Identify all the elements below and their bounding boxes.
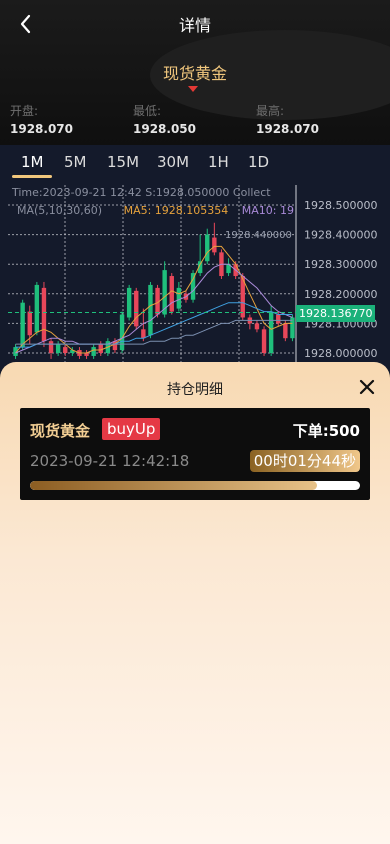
candle-body bbox=[126, 287, 132, 318]
tab-15m[interactable]: 15M bbox=[107, 153, 139, 171]
candle-body bbox=[169, 276, 174, 312]
close-icon[interactable] bbox=[358, 378, 376, 396]
candle-body bbox=[205, 234, 210, 262]
candle-body bbox=[134, 290, 139, 327]
candle-body bbox=[41, 287, 47, 342]
page-title: 详情 bbox=[178, 16, 211, 35]
header-area: 详情 现货黄金 开盘: 1928.070 最低: 1928.050 最高: 19… bbox=[0, 0, 390, 145]
candle-body bbox=[63, 347, 68, 353]
position-order: 下单:500 bbox=[293, 420, 360, 441]
stat-high: 最高: 1928.070 bbox=[256, 102, 319, 136]
candle-body bbox=[268, 311, 274, 353]
candle-body bbox=[34, 284, 40, 333]
candle-body bbox=[190, 273, 196, 300]
peak-price-label: 1928.440000 bbox=[225, 230, 292, 241]
y-tick-label: 1928.000000 bbox=[304, 347, 377, 360]
tab-1h[interactable]: 1H bbox=[208, 153, 229, 171]
stat-low-value: 1928.050 bbox=[133, 122, 197, 136]
stat-open-label: 开盘: bbox=[10, 104, 39, 118]
candle-body bbox=[119, 314, 125, 351]
ma-line-ma60 bbox=[15, 319, 293, 345]
stat-low: 最低: 1928.050 bbox=[133, 102, 196, 136]
candle-body bbox=[148, 284, 153, 336]
candle-body bbox=[254, 323, 260, 330]
ma-line-ma10 bbox=[15, 263, 293, 354]
stat-open-value: 1928.070 bbox=[10, 122, 74, 136]
position-progress-bar bbox=[30, 481, 360, 490]
ma-info: MA(5,10,30,60) MA5: 1928.105354 MA10: 19 bbox=[17, 204, 294, 217]
candle-body bbox=[27, 311, 32, 336]
y-tick-label: 1928.500000 bbox=[304, 199, 377, 212]
position-sheet: 持仓明细 现货黄金 buyUp 下单:500 2023-09-21 12:42:… bbox=[0, 362, 390, 844]
position-progress-fill bbox=[30, 481, 318, 490]
candle-body bbox=[176, 287, 182, 309]
tab-5m[interactable]: 5M bbox=[64, 153, 87, 171]
sheet-title: 持仓明细 bbox=[167, 382, 223, 398]
candle-body bbox=[48, 341, 54, 353]
candle-body bbox=[98, 344, 103, 353]
kline-chart-area[interactable]: 1928.500000 1928.400000 1928.300000 1928.20… bbox=[0, 145, 390, 375]
candle-body bbox=[141, 329, 146, 339]
stat-high-value: 1928.070 bbox=[256, 122, 320, 136]
stat-open: 开盘: 1928.070 bbox=[10, 102, 73, 136]
navbar: 详情 bbox=[0, 0, 390, 48]
candle-body bbox=[20, 302, 25, 348]
position-order-value: 500 bbox=[328, 422, 360, 440]
current-price-tag: 1928.136770 bbox=[296, 304, 376, 322]
y-tick-label: 1928.400000 bbox=[304, 229, 377, 242]
stat-low-label: 最低: bbox=[133, 104, 162, 118]
tab-active-indicator bbox=[12, 175, 52, 178]
candle-body bbox=[276, 314, 281, 324]
candle-body bbox=[212, 237, 217, 253]
candle-body bbox=[283, 323, 288, 339]
candle-body bbox=[91, 347, 96, 356]
ma-line-ma5 bbox=[15, 245, 293, 354]
y-tick-label: 1928.300000 bbox=[304, 258, 377, 271]
product-selector[interactable]: 现货黄金 bbox=[0, 60, 390, 84]
ma-line-ma30 bbox=[15, 302, 293, 348]
caret-down-icon[interactable] bbox=[188, 86, 198, 92]
position-product: 现货黄金 bbox=[30, 422, 91, 440]
kline-info: Time:2023-09-21 12:42 S:1928.050000 Coll… bbox=[12, 186, 271, 199]
candle-body bbox=[261, 329, 267, 353]
position-order-label: 下单: bbox=[292, 422, 329, 440]
ma10-value: MA10: 19 bbox=[241, 204, 294, 217]
position-countdown: 00时01分44秒 bbox=[249, 450, 360, 472]
position-direction-badge: buyUp bbox=[102, 418, 161, 440]
position-time: 2023-09-21 12:42:18 bbox=[30, 452, 190, 470]
tab-1m[interactable]: 1M bbox=[21, 153, 44, 171]
timeframe-tabs: 1M 5M 15M 30M 1H 1D bbox=[0, 145, 390, 181]
candle-body bbox=[55, 344, 61, 353]
ma5-value: MA5: 1928.105354 bbox=[123, 204, 229, 217]
stat-high-label: 最高: bbox=[256, 104, 285, 118]
ma-periods: MA(5,10,30,60) bbox=[17, 204, 103, 217]
tab-30m[interactable]: 30M bbox=[157, 153, 189, 171]
tab-1d[interactable]: 1D bbox=[248, 153, 269, 171]
y-tick-label: 1928.200000 bbox=[304, 288, 377, 301]
position-card: 现货黄金 buyUp 下单:500 2023-09-21 12:42:18 00… bbox=[20, 408, 370, 500]
